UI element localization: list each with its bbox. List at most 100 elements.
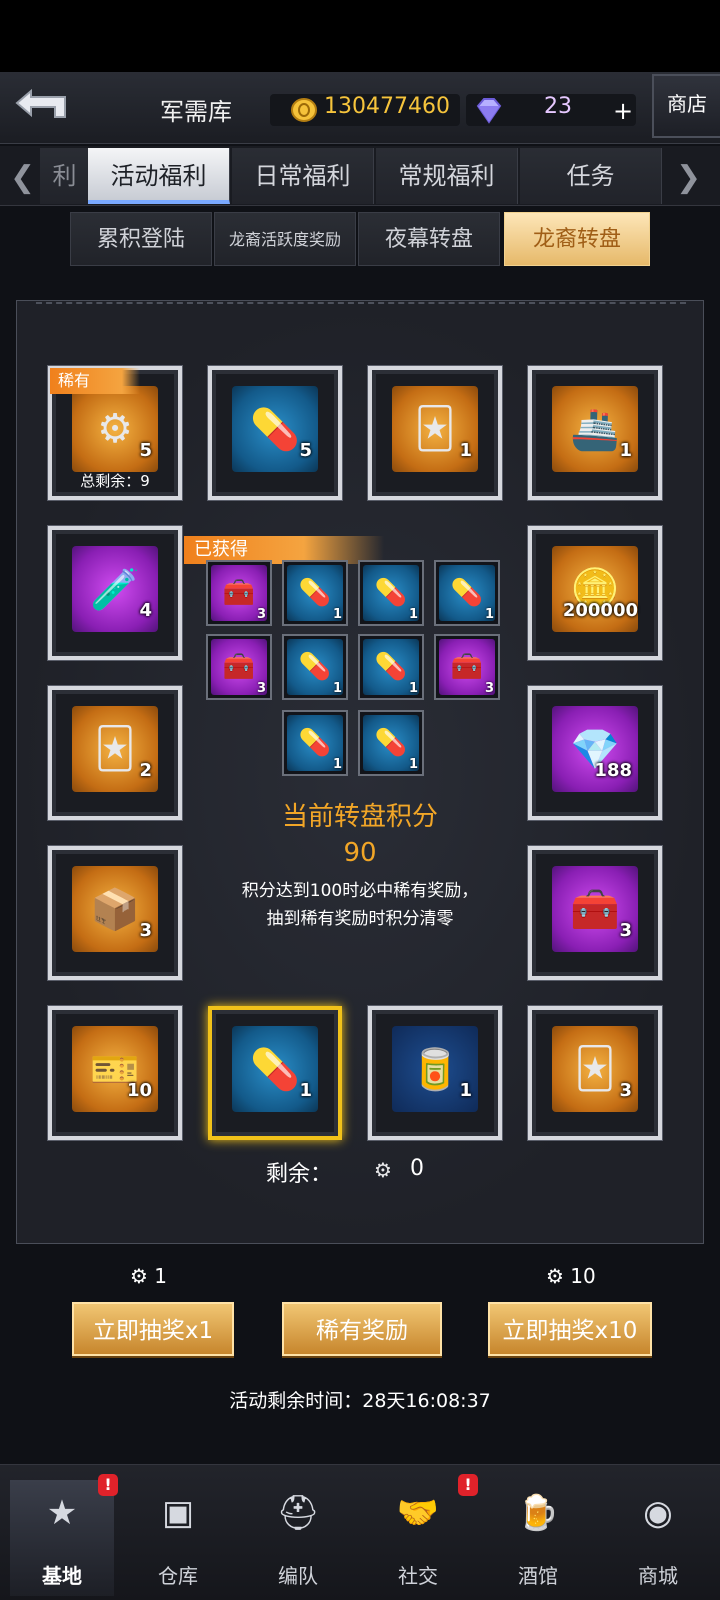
reward-slot[interactable]: ⚙ 稀有 5 总剩余：9 <box>48 366 182 500</box>
nav-label: 基地 <box>42 1564 82 1588</box>
tab-activity-benefits[interactable]: 活动福利 <box>88 148 230 204</box>
back-arrow-icon <box>15 88 66 118</box>
nav-formation[interactable]: ⛑ 编队 <box>246 1480 350 1596</box>
item-count: 5 <box>139 440 152 461</box>
reward-slot[interactable]: 🪙 200000 <box>528 526 662 660</box>
warehouse-icon: ▣ <box>161 1493 195 1533</box>
nav-warehouse[interactable]: ▣ 仓库 <box>126 1480 230 1596</box>
nav-label: 酒馆 <box>518 1564 558 1588</box>
score-label: 当前转盘积分 <box>281 802 438 832</box>
chevron-left-icon[interactable]: ❮ <box>10 160 35 195</box>
item-count: 1 <box>408 607 418 622</box>
nav-base[interactable]: ★ 基地 <box>10 1480 114 1596</box>
reward-slot[interactable]: 🎫 10 <box>48 1006 182 1140</box>
obtained-item: 💊 1 <box>282 710 348 776</box>
cost-icon-1: ⚙ 1 <box>130 1264 167 1288</box>
reward-slot[interactable]: 🚢 1 <box>528 366 662 500</box>
item-count: 188 <box>594 760 632 781</box>
score-description: 抽到稀有奖励时积分清零 <box>266 909 454 929</box>
gem-amount: 23 <box>544 94 572 119</box>
reward-slot[interactable]: 🧪 4 <box>48 526 182 660</box>
reward-slot[interactable]: 🃏 3 <box>528 1006 662 1140</box>
item-count: 2 <box>139 760 152 781</box>
machine-part-icon: ⚙ <box>130 1264 148 1288</box>
reward-slot[interactable]: 🃏 2 <box>48 686 182 820</box>
nav-tavern[interactable]: 🍺 酒馆 <box>486 1480 590 1596</box>
status-bar <box>0 0 720 72</box>
remaining-label: 剩余： <box>266 1162 333 1187</box>
add-gems-button[interactable]: + <box>608 98 638 124</box>
item-count: 1 <box>332 757 342 772</box>
item-count: 4 <box>139 600 152 621</box>
reward-slot[interactable]: 💎 188 <box>528 686 662 820</box>
nav-label: 仓库 <box>158 1564 198 1588</box>
item-count: 3 <box>484 681 494 696</box>
cost-value: 1 <box>154 1264 168 1288</box>
tab-prev-partial[interactable]: 利 <box>40 148 90 204</box>
subtab-dragon-wheel[interactable]: 龙裔转盘 <box>504 212 650 266</box>
machine-part-icon: ⚙ <box>546 1264 564 1288</box>
panel-decoration <box>36 302 686 306</box>
store-orb-icon: ◉ <box>643 1493 673 1533</box>
nav-store[interactable]: ◉ 商城 <box>606 1480 710 1596</box>
subtab-activity-reward[interactable]: 龙裔活跃度奖励 <box>214 212 356 266</box>
tab-tasks[interactable]: 任务 <box>520 148 662 204</box>
reward-slot[interactable]: 🃏 1 <box>368 366 502 500</box>
item-count: 1 <box>299 1080 312 1101</box>
tab-regular-benefits[interactable]: 常规福利 <box>376 148 518 204</box>
diamond-icon <box>474 96 504 124</box>
reward-slot[interactable]: 🥫 1 <box>368 1006 502 1140</box>
reward-slot[interactable]: 🧰 3 <box>528 846 662 980</box>
obtained-item: 💊 1 <box>282 634 348 700</box>
item-count: 1 <box>459 1080 472 1101</box>
obtained-item: 💊 1 <box>358 634 424 700</box>
item-count: 3 <box>139 920 152 941</box>
draw-ten-button[interactable]: 立即抽奖x10 <box>488 1302 652 1356</box>
mug-icon: 🍺 <box>516 1493 560 1533</box>
obtained-item: 🧰 3 <box>206 560 272 626</box>
remaining-value: 0 <box>410 1156 424 1181</box>
handshake-icon: 🤝 <box>396 1493 440 1533</box>
rare-reward-button[interactable]: 稀有奖励 <box>282 1302 442 1356</box>
score-description: 积分达到100时必中稀有奖励， <box>241 881 479 901</box>
obtained-item: 💊 1 <box>358 710 424 776</box>
notification-badge: ! <box>98 1474 118 1496</box>
shop-button[interactable]: 商店 <box>652 74 720 138</box>
helmet-icon: ⛑ <box>276 1493 320 1533</box>
item-count: 1 <box>332 681 342 696</box>
item-count: 10 <box>126 1080 152 1101</box>
tab-daily-benefits[interactable]: 日常福利 <box>232 148 374 204</box>
reward-slot[interactable]: 💊 5 <box>208 366 342 500</box>
cost-icon-10: ⚙ 10 <box>546 1264 596 1288</box>
item-count: 1 <box>459 440 472 461</box>
subtab-night-wheel[interactable]: 夜幕转盘 <box>358 212 500 266</box>
item-count: 3 <box>256 607 266 622</box>
chevron-right-icon[interactable]: ❯ <box>676 160 701 195</box>
rare-tag: 稀有 <box>50 368 140 394</box>
obtained-item: 💊 1 <box>282 560 348 626</box>
cost-value: 10 <box>570 1264 596 1288</box>
gold-coin-icon <box>290 97 318 123</box>
item-count: 5 <box>299 440 312 461</box>
obtained-item: 💊 1 <box>434 560 500 626</box>
notification-badge: ! <box>458 1474 478 1496</box>
item-count: 1 <box>408 757 418 772</box>
draw-once-button[interactable]: 立即抽奖x1 <box>72 1302 234 1356</box>
obtained-item: 💊 1 <box>358 560 424 626</box>
machine-part-icon: ⚙ <box>374 1158 392 1182</box>
reward-slot[interactable]: 📦 3 <box>48 846 182 980</box>
event-timer: 活动剩余时间：28天16:08:37 <box>229 1390 491 1412</box>
reward-slot-selected[interactable]: 💊 1 <box>208 1006 342 1140</box>
nav-social[interactable]: 🤝 社交 <box>366 1480 470 1596</box>
obtained-item: 🧰 3 <box>434 634 500 700</box>
item-count: 3 <box>619 1080 632 1101</box>
score-value: 90 <box>343 838 377 868</box>
nav-label: 商城 <box>638 1564 678 1588</box>
total-remaining: 总剩余：9 <box>80 472 150 490</box>
item-count: 1 <box>484 607 494 622</box>
back-button[interactable] <box>8 80 74 130</box>
item-count: 1 <box>619 440 632 461</box>
gold-amount: 130477460 <box>324 94 450 119</box>
nav-label: 编队 <box>278 1564 318 1588</box>
subtab-login[interactable]: 累积登陆 <box>70 212 212 266</box>
